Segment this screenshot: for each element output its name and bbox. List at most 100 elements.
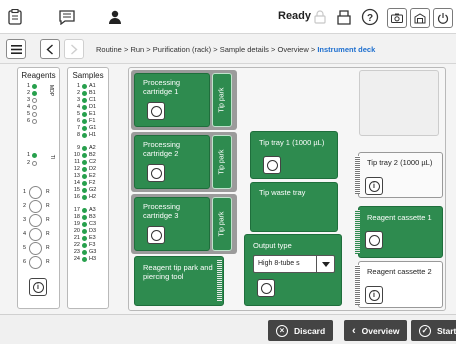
sample-slot[interactable]: 7 G1 — [72, 125, 96, 131]
sample-slot[interactable]: 2 B1 — [72, 90, 96, 96]
user-icon[interactable] — [105, 7, 125, 27]
cartridge-1-info-button[interactable]: i — [147, 102, 165, 120]
sample-slot[interactable]: 4 D1 — [72, 104, 96, 110]
reagent-bottle-slot[interactable]: 5R — [23, 242, 57, 255]
message-icon[interactable] — [57, 7, 77, 27]
sample-slot[interactable]: 12 D2 — [72, 166, 96, 172]
slot-number: 4 — [27, 104, 31, 110]
reagent-slot[interactable]: 1 — [27, 152, 38, 158]
sample-well: B3 — [89, 214, 96, 220]
tip-tray-1-info-button[interactable]: i — [263, 156, 281, 174]
reagent-cassette-2-info-button[interactable]: i — [365, 286, 383, 304]
sample-slot[interactable]: 1 A1 — [72, 83, 96, 89]
sample-slot[interactable]: 13 E2 — [72, 173, 96, 179]
output-type-select[interactable]: High 8-tube s — [253, 255, 335, 273]
reagent-slot[interactable]: 2 — [27, 160, 38, 166]
sample-slot[interactable]: 20 D3 — [72, 228, 96, 234]
power-icon[interactable] — [433, 8, 453, 28]
sample-slot[interactable]: 8 H1 — [72, 132, 96, 138]
reagent-dot — [32, 111, 38, 117]
output-type-info-button[interactable]: i — [257, 279, 275, 297]
reagent-slot[interactable]: 1 — [27, 83, 38, 89]
sample-number: 3 — [76, 97, 80, 103]
tip-park-label: Tip park — [218, 211, 226, 237]
sample-slot[interactable]: 6 F1 — [72, 118, 95, 124]
sample-slot[interactable]: 23 G3 — [72, 249, 96, 255]
tip-tray-1[interactable]: Tip tray 1 (1000 µL) i — [250, 131, 338, 179]
processing-cartridge-1[interactable]: Processing cartridge 1 i — [134, 73, 210, 127]
reagents-title: Reagents — [21, 71, 56, 80]
sample-slot[interactable]: 3 C1 — [72, 97, 96, 103]
reagent-bottle-slot[interactable]: 3R — [23, 214, 57, 227]
sample-slot[interactable]: 5 E1 — [72, 111, 96, 117]
menu-icon[interactable] — [6, 39, 26, 59]
reagent-slot[interactable]: 3 — [27, 97, 38, 103]
crumb-routine[interactable]: Routine — [96, 45, 122, 54]
tip-waste-tray[interactable]: Tip waste tray — [250, 182, 338, 232]
sample-number: 20 — [73, 228, 80, 234]
sample-slot[interactable]: 10 B2 — [72, 152, 96, 158]
camera-icon[interactable] — [387, 8, 407, 28]
sample-dot — [82, 97, 87, 103]
sample-slot[interactable]: 22 F3 — [72, 242, 96, 248]
sample-dot — [82, 166, 87, 172]
reagent-bottle-slot[interactable]: 4R — [23, 228, 57, 241]
hatch-marks — [355, 210, 360, 254]
sample-slot[interactable]: 21 E3 — [72, 235, 96, 241]
processing-cartridge-3[interactable]: Processing cartridge 3 i — [134, 197, 210, 251]
reagent-slot[interactable]: 5 — [27, 111, 38, 117]
reagent-slot[interactable]: 2 — [27, 90, 38, 96]
sample-slot[interactable]: 9 A2 — [72, 145, 96, 151]
reagent-tip-park[interactable]: Reagent tip park and piercing tool — [134, 256, 224, 306]
cartridge-3-info-button[interactable]: i — [147, 226, 165, 244]
tip-park-1[interactable]: Tip park — [212, 73, 232, 127]
device-icon[interactable] — [410, 8, 430, 28]
sample-well: F2 — [89, 180, 96, 186]
reagent-slot[interactable]: 6 — [27, 118, 38, 124]
tip-tray-2-info-button[interactable]: i — [365, 177, 383, 195]
tip-park-3[interactable]: Tip park — [212, 197, 232, 251]
tip-tray-2[interactable]: Tip tray 2 (1000 µL) i — [358, 152, 443, 198]
sample-slot[interactable]: 15 G2 — [72, 187, 96, 193]
reagent-cassette-2[interactable]: Reagent cassette 2 i — [358, 261, 443, 308]
discard-button[interactable]: × Discard — [268, 320, 334, 341]
sample-slot[interactable]: 17 A3 — [72, 207, 96, 213]
cartridge-2-info-button[interactable]: i — [147, 164, 165, 182]
chevron-down-icon[interactable] — [316, 256, 334, 272]
back-button[interactable] — [40, 39, 60, 59]
sample-well: G3 — [89, 249, 97, 255]
crumb-purification[interactable]: Purification (rack) — [153, 45, 211, 54]
instrument-icon[interactable] — [334, 7, 354, 27]
sample-slot[interactable]: 14 F2 — [72, 180, 96, 186]
info-icon: i — [150, 229, 162, 241]
reagent-bottle-slot[interactable]: 2R — [23, 200, 57, 213]
output-type-label: Output type — [253, 241, 292, 250]
chevron-left-icon: ‹ — [352, 324, 356, 337]
bottle-circle — [29, 186, 42, 199]
crumb-run[interactable]: Run — [130, 45, 144, 54]
info-icon: i — [368, 289, 380, 301]
help-icon[interactable]: ? — [360, 7, 380, 27]
overview-button[interactable]: ‹ Overview — [344, 320, 408, 341]
sample-slot[interactable]: 11 C2 — [72, 159, 96, 165]
sample-well: H2 — [89, 194, 97, 200]
reagent-slot[interactable]: 4 — [27, 104, 38, 110]
reagent-cassette-1[interactable]: Reagent cassette 1 i — [358, 206, 443, 258]
sample-slot[interactable]: 18 B3 — [72, 214, 96, 220]
start-button[interactable]: ✓ Start — [411, 320, 456, 341]
crumb-sample-details[interactable]: Sample details — [220, 45, 269, 54]
tip-park-2[interactable]: Tip park — [212, 135, 232, 189]
clipboard-icon[interactable] — [5, 7, 25, 27]
sample-slot[interactable]: 24 H3 — [72, 256, 96, 262]
sample-slot[interactable]: 16 H2 — [72, 194, 96, 200]
slot-number: 6 — [27, 118, 31, 124]
reagent-bottle-slot[interactable]: 1R — [23, 186, 57, 199]
processing-cartridge-2[interactable]: Processing cartridge 2 i — [134, 135, 210, 189]
sample-dot — [82, 83, 87, 89]
sample-slot[interactable]: 19 C3 — [72, 221, 96, 227]
hatch-marks — [217, 260, 222, 302]
crumb-overview[interactable]: Overview — [278, 45, 309, 54]
reagent-bottle-slot[interactable]: 6R — [23, 256, 57, 269]
reagents-info-button[interactable]: i — [29, 278, 47, 296]
reagent-cassette-1-info-button[interactable]: i — [365, 231, 383, 249]
